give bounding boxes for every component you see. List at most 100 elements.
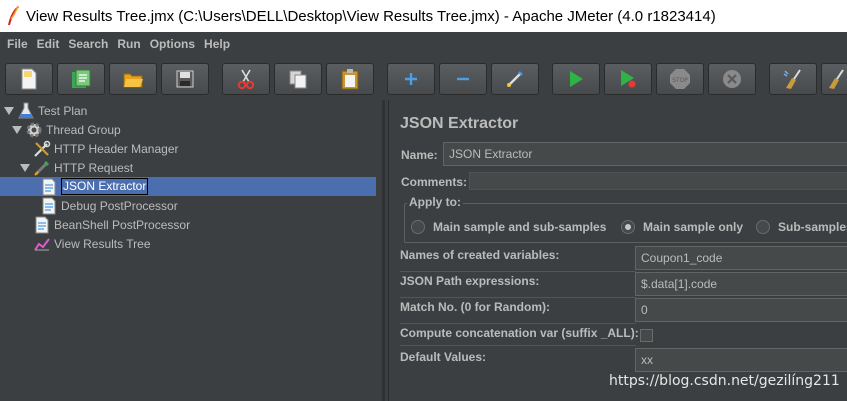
apply-to-legend: Apply to:	[407, 195, 463, 209]
name-field[interactable]: JSON Extractor	[443, 142, 847, 166]
shutdown-button[interactable]	[708, 63, 756, 95]
panel-title: JSON Extractor	[400, 115, 519, 132]
start-button[interactable]	[552, 63, 600, 95]
tree-node-http-request[interactable]: HTTP Request	[19, 158, 133, 177]
toggle-button[interactable]	[491, 63, 539, 95]
paste-icon	[341, 69, 359, 90]
menu-search[interactable]: Search	[64, 37, 112, 51]
collapse-icon	[457, 77, 469, 81]
radio-button-selected-icon[interactable]	[621, 220, 635, 234]
radio-label: Sub-samples	[778, 220, 847, 234]
radio-button-icon[interactable]	[411, 220, 425, 234]
variable-names-label: Names of created variables:	[400, 248, 560, 262]
match-no-field[interactable]: 0	[635, 298, 847, 322]
window-titlebar: View Results Tree.jmx (C:\Users\DELL\Des…	[0, 0, 847, 32]
results-tree-icon	[33, 235, 51, 253]
default-values-label: Default Values:	[400, 350, 487, 364]
menu-file[interactable]: File	[3, 37, 32, 51]
clear-icon	[783, 69, 801, 89]
save-button[interactable]	[161, 63, 209, 95]
new-icon	[21, 68, 37, 90]
tree-node-view-results-tree[interactable]: View Results Tree	[33, 234, 151, 253]
tree-node-label: JSON Extractor	[61, 178, 149, 195]
collapse-toggle-icon[interactable]	[19, 162, 31, 174]
collapse-toggle-icon[interactable]	[11, 124, 23, 136]
postprocessor-icon	[33, 216, 51, 234]
thread-group-icon	[25, 121, 43, 139]
menu-edit[interactable]: Edit	[33, 37, 64, 51]
cut-button[interactable]	[222, 63, 270, 95]
radio-main-sample-only[interactable]: Main sample only	[621, 220, 743, 234]
default-values-field[interactable]: xx	[635, 348, 847, 372]
save-icon	[176, 70, 194, 88]
templates-icon	[72, 69, 91, 88]
test-plan-tree: Test Plan Thread Group HTTP Header Manag…	[0, 100, 385, 401]
tree-node-label: Debug PostProcessor	[61, 198, 178, 213]
http-request-icon	[33, 159, 51, 177]
toggle-icon	[507, 71, 523, 87]
json-path-field[interactable]: $.data[1].code	[635, 272, 847, 296]
tree-node-label: Thread Group	[46, 122, 121, 137]
jmeter-feather-icon	[0, 0, 26, 32]
tree-node-label: View Results Tree	[54, 236, 151, 251]
expand-icon	[405, 73, 417, 85]
menubar: File Edit Search Run Options Help	[0, 32, 847, 56]
start-no-pauses-button[interactable]	[604, 63, 652, 95]
open-button[interactable]	[109, 63, 157, 95]
json-path-label: JSON Path expressions:	[400, 274, 540, 288]
postprocessor-icon	[40, 197, 58, 215]
open-icon	[123, 73, 143, 88]
toolbar: STOP	[0, 56, 847, 100]
tree-node-test-plan[interactable]: Test Plan	[3, 101, 87, 120]
tree-node-debug-postprocessor[interactable]: Debug PostProcessor	[40, 196, 178, 215]
tree-node-label: Test Plan	[38, 103, 88, 118]
name-label: Name:	[401, 148, 438, 162]
radio-sub-samples[interactable]: Sub-samples	[756, 220, 847, 234]
menu-options[interactable]: Options	[146, 37, 199, 51]
svg-text:STOP: STOP	[672, 77, 688, 84]
test-plan-icon	[17, 102, 35, 120]
start-icon	[570, 71, 583, 87]
radio-button-icon[interactable]	[756, 220, 770, 234]
menu-run[interactable]: Run	[113, 37, 144, 51]
comments-field[interactable]	[469, 172, 847, 190]
tree-node-thread-group[interactable]: Thread Group	[11, 120, 121, 139]
concat-var-label: Compute concatenation var (suffix _ALL):	[400, 326, 639, 340]
extractor-icon	[40, 178, 58, 196]
copy-icon	[289, 70, 307, 89]
variable-names-field[interactable]: Coupon1_code	[635, 246, 847, 270]
copy-button[interactable]	[274, 63, 322, 95]
header-manager-icon	[33, 140, 51, 158]
expand-all-button[interactable]	[387, 63, 435, 95]
match-no-label: Match No. (0 for Random):	[400, 300, 550, 314]
json-extractor-panel: JSON Extractor Name: JSON Extractor Comm…	[388, 100, 847, 401]
tree-node-beanshell-postprocessor[interactable]: BeanShell PostProcessor	[33, 215, 190, 234]
concat-var-checkbox[interactable]	[640, 329, 653, 342]
shutdown-icon	[723, 70, 741, 88]
clear-button[interactable]	[769, 63, 817, 95]
menu-help[interactable]: Help	[200, 37, 234, 51]
cut-icon	[237, 69, 255, 90]
tree-node-label: BeanShell PostProcessor	[54, 217, 191, 232]
tree-node-json-extractor[interactable]: JSON Extractor	[0, 177, 376, 196]
radio-label: Main sample and sub-samples	[433, 220, 607, 234]
row-divider	[400, 323, 636, 324]
row-divider	[400, 297, 636, 298]
comments-label: Comments:	[401, 175, 468, 189]
collapse-toggle-icon[interactable]	[3, 105, 15, 117]
tree-node-http-header-manager[interactable]: HTTP Header Manager	[33, 139, 179, 158]
radio-main-and-sub-samples[interactable]: Main sample and sub-samples	[411, 220, 606, 234]
window-title: View Results Tree.jmx (C:\Users\DELL\Des…	[26, 7, 716, 25]
start-no-pauses-icon	[621, 70, 636, 88]
templates-button[interactable]	[57, 63, 105, 95]
stop-button[interactable]: STOP	[656, 63, 704, 95]
clear-all-button[interactable]	[821, 63, 847, 95]
new-button[interactable]	[5, 63, 53, 95]
row-divider	[400, 345, 636, 346]
row-divider	[400, 271, 636, 272]
watermark: https://blog.csdn.net/gezilíng211	[609, 373, 840, 389]
collapse-all-button[interactable]	[439, 63, 487, 95]
paste-button[interactable]	[326, 63, 374, 95]
stop-icon: STOP	[670, 69, 690, 89]
radio-label: Main sample only	[643, 220, 744, 234]
